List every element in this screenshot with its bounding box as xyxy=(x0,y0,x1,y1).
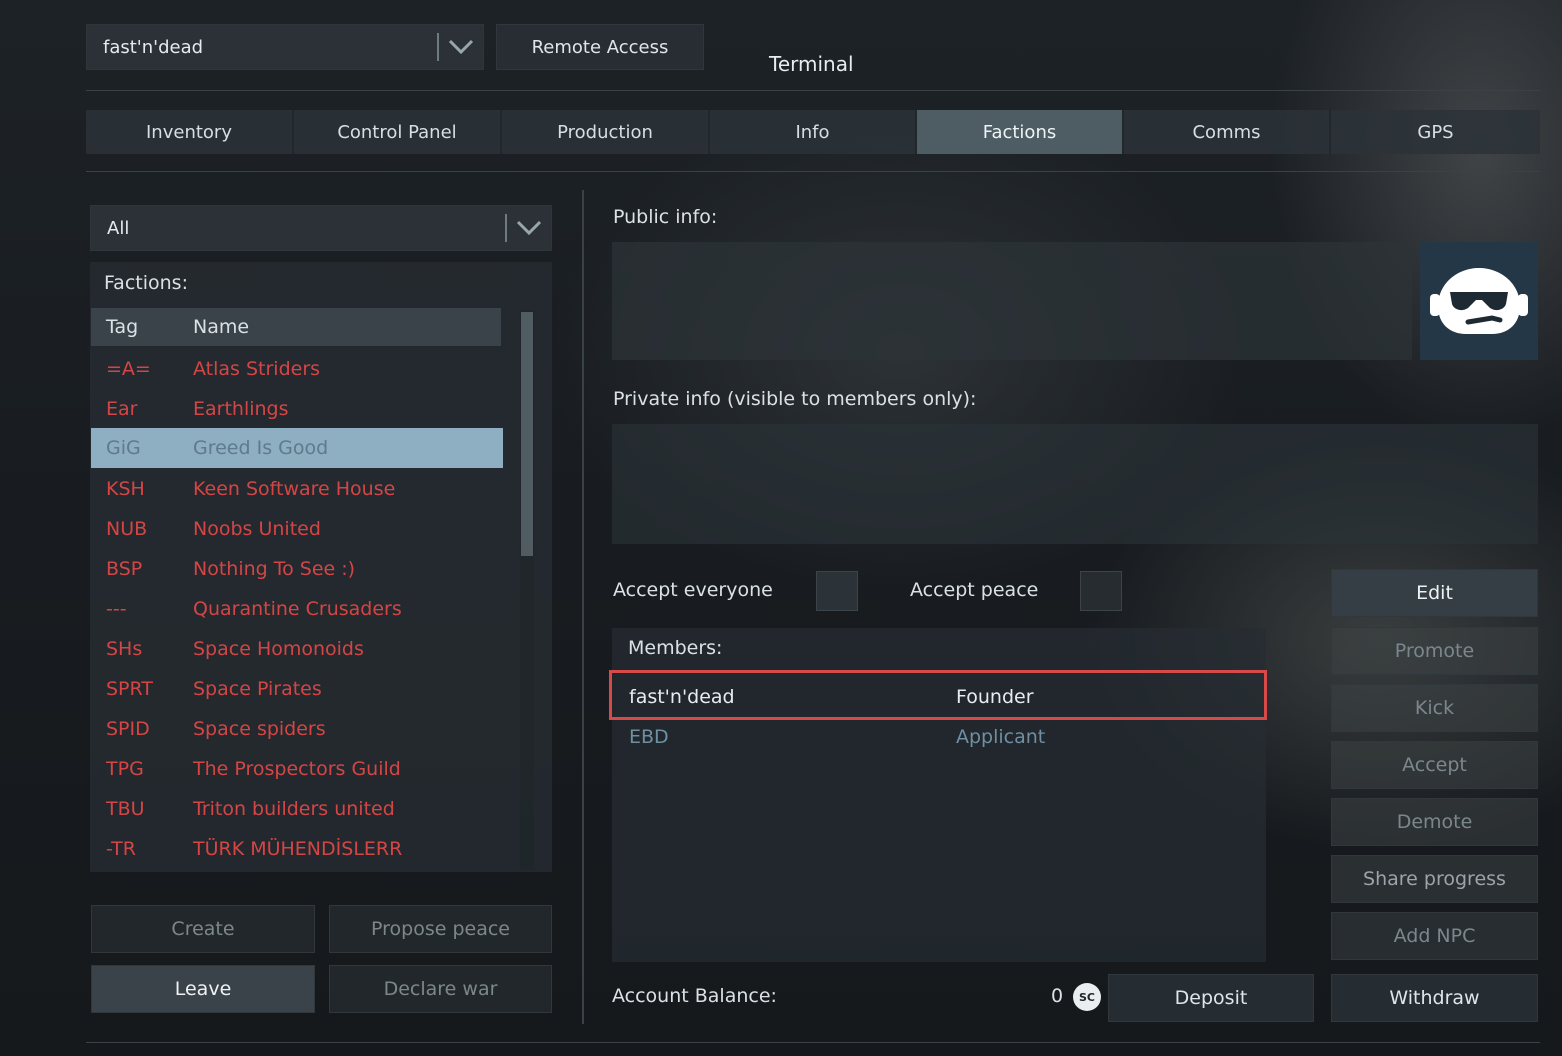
faction-name: Space Homonoids xyxy=(193,638,364,660)
factions-scrollbar-thumb[interactable] xyxy=(521,312,533,556)
faction-row[interactable]: --- Quarantine Crusaders xyxy=(91,589,503,629)
faction-name: Atlas Striders xyxy=(193,358,321,380)
faction-tag: GiG xyxy=(106,437,141,459)
demote-button[interactable]: Demote xyxy=(1331,798,1538,846)
faction-tag: NUB xyxy=(106,518,148,540)
chevron-down-icon xyxy=(507,206,551,250)
faction-name: Greed Is Good xyxy=(193,437,329,459)
propose-peace-button[interactable]: Propose peace xyxy=(329,905,552,953)
kick-button[interactable]: Kick xyxy=(1331,684,1538,732)
remote-access-button[interactable]: Remote Access xyxy=(496,24,704,70)
create-faction-button[interactable]: Create xyxy=(91,905,315,953)
highlight-box xyxy=(609,670,1267,720)
faction-row[interactable]: =A= Atlas Striders xyxy=(91,349,503,389)
private-info-label: Private info (visible to members only): xyxy=(613,388,977,410)
share-progress-button[interactable]: Share progress xyxy=(1331,855,1538,903)
tab-comms[interactable]: Comms xyxy=(1124,110,1331,154)
tab-control-panel[interactable]: Control Panel xyxy=(294,110,502,154)
chevron-down-icon xyxy=(439,25,483,69)
accept-everyone-label: Accept everyone xyxy=(613,579,773,601)
faction-name: Space spiders xyxy=(193,718,326,740)
members-label: Members: xyxy=(628,637,723,659)
declare-war-button[interactable]: Declare war xyxy=(329,965,552,1013)
withdraw-button[interactable]: Withdraw xyxy=(1331,974,1538,1022)
private-info-textbox[interactable] xyxy=(612,424,1538,544)
promote-button[interactable]: Promote xyxy=(1331,627,1538,675)
currency-symbol: SC xyxy=(1079,990,1095,1004)
public-info-textbox[interactable] xyxy=(612,242,1412,360)
faction-tag: KSH xyxy=(106,478,145,500)
accept-peace-label: Accept peace xyxy=(910,579,1039,601)
character-dropdown-value: fast'n'dead xyxy=(103,36,204,58)
faction-name: Keen Software House xyxy=(193,478,396,500)
faction-name: Noobs United xyxy=(193,518,321,540)
member-name: EBD xyxy=(629,726,669,748)
faction-name: TÜRK MÜHENDİSLERR xyxy=(193,838,403,860)
faction-row[interactable]: SPRT Space Pirates xyxy=(91,669,503,709)
faction-row[interactable]: SPID Space spiders xyxy=(91,709,503,749)
faction-tag: TPG xyxy=(106,758,144,780)
faction-name: Quarantine Crusaders xyxy=(193,598,402,620)
faction-icon[interactable] xyxy=(1420,242,1538,360)
faction-row[interactable]: Ear Earthlings xyxy=(91,389,503,429)
faction-name: The Prospectors Guild xyxy=(193,758,401,780)
tab-inventory[interactable]: Inventory xyxy=(86,110,294,154)
faction-row[interactable]: TBU Triton builders united xyxy=(91,789,503,829)
faction-tag: --- xyxy=(106,598,127,620)
faction-name: Nothing To See :) xyxy=(193,558,356,580)
faction-row[interactable]: BSP Nothing To See :) xyxy=(91,549,503,589)
deposit-button[interactable]: Deposit xyxy=(1108,974,1314,1022)
member-role: Applicant xyxy=(956,726,1046,748)
faction-row[interactable]: KSH Keen Software House xyxy=(91,469,503,509)
faction-tag: SPRT xyxy=(106,678,153,700)
factions-table-header: Tag Name xyxy=(91,308,501,346)
faction-tag: BSP xyxy=(106,558,143,580)
faction-filter-dropdown[interactable]: All xyxy=(90,205,552,251)
account-balance-label: Account Balance: xyxy=(612,985,777,1007)
faction-tag: SHs xyxy=(106,638,143,660)
character-dropdown[interactable]: fast'n'dead xyxy=(86,24,484,70)
faction-filter-value: All xyxy=(107,217,130,239)
sunglasses-face-icon xyxy=(1430,268,1528,334)
space-credit-icon: SC xyxy=(1073,983,1101,1011)
edit-button[interactable]: Edit xyxy=(1331,569,1538,617)
faction-row-selected[interactable]: GiG Greed Is Good xyxy=(91,428,503,468)
tabs-divider xyxy=(86,171,1540,172)
faction-row[interactable]: -TR TÜRK MÜHENDİSLERR xyxy=(91,829,503,869)
tab-gps[interactable]: GPS xyxy=(1331,110,1540,154)
public-info-label: Public info: xyxy=(613,206,718,228)
faction-row[interactable]: SHs Space Homonoids xyxy=(91,629,503,669)
accept-peace-checkbox[interactable] xyxy=(1080,571,1122,611)
account-balance-value: 0 xyxy=(1051,985,1064,1007)
accept-everyone-checkbox[interactable] xyxy=(816,571,858,611)
faction-tag: TBU xyxy=(106,798,145,820)
tab-info[interactable]: Info xyxy=(710,110,917,154)
accept-button[interactable]: Accept xyxy=(1331,741,1538,789)
faction-name: Triton builders united xyxy=(193,798,395,820)
faction-tag: Ear xyxy=(106,398,138,420)
leave-faction-button[interactable]: Leave xyxy=(91,965,315,1013)
faction-name: Space Pirates xyxy=(193,678,322,700)
panel-divider xyxy=(582,190,584,1024)
add-npc-button[interactable]: Add NPC xyxy=(1331,912,1538,960)
factions-list-title: Factions: xyxy=(104,272,188,294)
faction-row[interactable]: TPG The Prospectors Guild xyxy=(91,749,503,789)
footer-divider xyxy=(86,1042,1540,1043)
column-header-tag[interactable]: Tag xyxy=(106,316,138,338)
tab-production[interactable]: Production xyxy=(502,110,710,154)
faction-tag: =A= xyxy=(106,358,151,380)
column-header-name[interactable]: Name xyxy=(193,316,249,338)
header-divider xyxy=(86,90,1540,91)
faction-tag: -TR xyxy=(106,838,136,860)
faction-tag: SPID xyxy=(106,718,150,740)
faction-name: Earthlings xyxy=(193,398,289,420)
member-row[interactable]: EBD Applicant xyxy=(612,717,1266,757)
page-title: Terminal xyxy=(769,52,854,76)
tab-factions[interactable]: Factions xyxy=(917,110,1124,154)
faction-row[interactable]: NUB Noobs United xyxy=(91,509,503,549)
